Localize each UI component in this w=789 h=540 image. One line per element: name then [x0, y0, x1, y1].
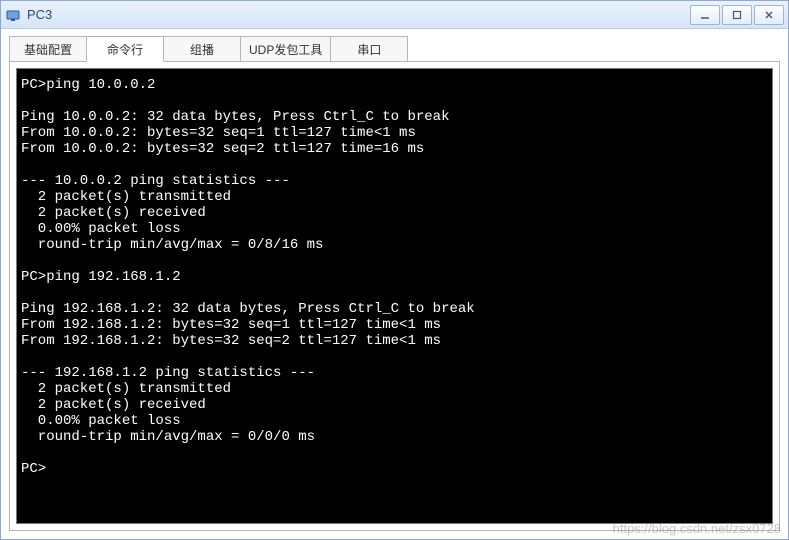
maximize-button[interactable] — [722, 5, 752, 25]
minimize-button[interactable] — [690, 5, 720, 25]
close-button[interactable] — [754, 5, 784, 25]
app-window: PC3 基础配置 命令行 组播 UDP发包工具 — [0, 0, 789, 540]
tab-serial[interactable]: 串口 — [330, 36, 408, 62]
tab-label: 串口 — [357, 41, 381, 58]
window-controls — [688, 5, 784, 25]
tab-label: UDP发包工具 — [249, 41, 322, 58]
titlebar: PC3 — [1, 1, 788, 29]
tab-bar: 基础配置 命令行 组播 UDP发包工具 串口 — [9, 35, 780, 61]
tab-label: 命令行 — [107, 41, 143, 58]
content-area: 基础配置 命令行 组播 UDP发包工具 串口 PC>ping 10.0.0.2 … — [1, 29, 788, 539]
tab-label: 组播 — [190, 41, 214, 58]
tab-udp-tool[interactable]: UDP发包工具 — [240, 36, 331, 62]
terminal-output[interactable]: PC>ping 10.0.0.2 Ping 10.0.0.2: 32 data … — [16, 68, 773, 524]
window-title: PC3 — [27, 7, 52, 22]
tab-command-line[interactable]: 命令行 — [86, 36, 164, 62]
tab-basic-config[interactable]: 基础配置 — [9, 36, 87, 62]
tab-panel: PC>ping 10.0.0.2 Ping 10.0.0.2: 32 data … — [9, 61, 780, 531]
app-icon — [5, 7, 21, 23]
tab-multicast[interactable]: 组播 — [163, 36, 241, 62]
tab-label: 基础配置 — [24, 41, 72, 58]
